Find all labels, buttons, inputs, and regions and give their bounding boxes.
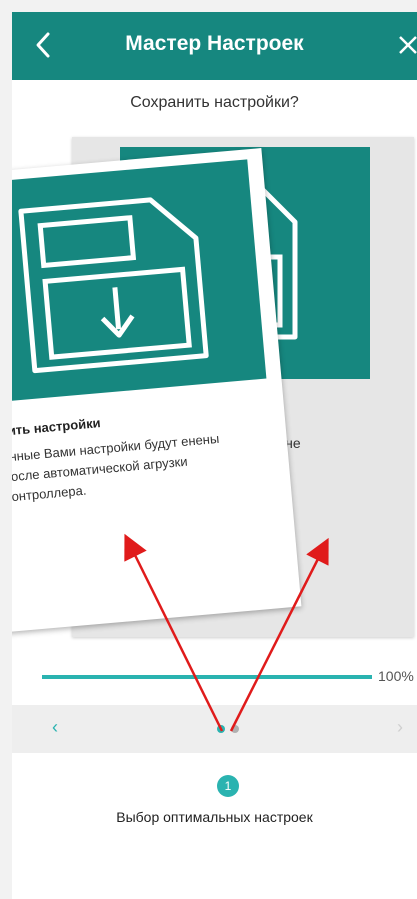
page-title: Мастер Настроек [125,32,304,55]
chevron-right-icon[interactable]: › [397,717,403,738]
header-bar: Мастер Настроек [12,12,417,80]
pager-dot[interactable] [231,725,239,733]
close-icon[interactable] [397,34,417,56]
wizard-question: Сохранить настройки? [130,94,299,111]
chevron-left-icon[interactable]: ‹ [52,717,58,738]
wizard-screen: Мастер Настроек Сохранить настройки? ь н… [12,12,417,899]
card-description: анные Вами настройки будут енены после а… [12,430,220,505]
card-image [12,159,267,403]
progress-percent: 100% [378,668,414,684]
progress-bar [42,675,372,679]
option-card-save[interactable]: нить настройки анные Вами настройки буду… [12,148,302,636]
step-label: Выбор оптимальных настроек [116,809,313,825]
progress-fill [42,675,372,679]
pager-dot-active[interactable] [217,725,225,733]
card-title: нить настройки [12,415,102,439]
carousel-pager: ‹ › [12,705,417,753]
step-number-badge: 1 [217,775,239,797]
floppy-save-icon [18,197,209,374]
